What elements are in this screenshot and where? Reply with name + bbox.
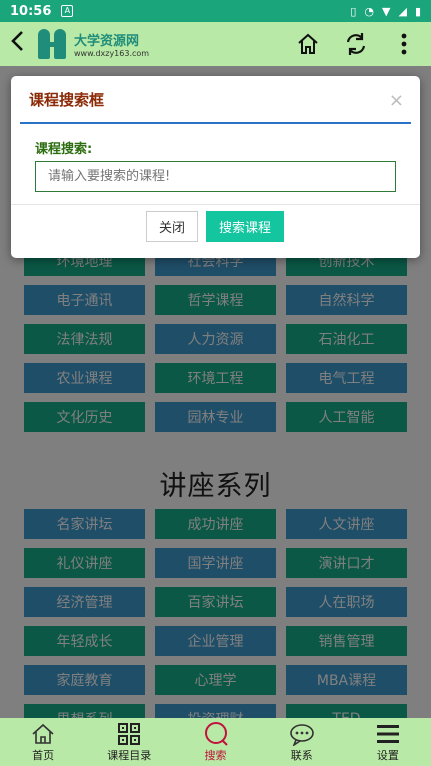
nav-label-settings: 设置: [376, 749, 399, 762]
nav-label-catalog: 课程目录: [107, 749, 152, 762]
status-app-icon: A: [61, 5, 74, 17]
chat-icon: [289, 721, 315, 747]
app-bar: 大学资源网 www.dxzy163.com: [0, 22, 431, 66]
search-field-label: 课程搜索:: [35, 142, 93, 157]
status-time: 10:56: [10, 3, 52, 19]
nav-item-home[interactable]: 首页: [0, 718, 86, 766]
alarm-icon: ◔: [364, 4, 374, 18]
site-logo[interactable]: 大学资源网 www.dxzy163.com: [36, 25, 149, 63]
search-course-button[interactable]: 搜索课程: [206, 211, 284, 242]
modal-footer: 关闭 搜索课程: [11, 204, 420, 258]
nav-item-contact[interactable]: 联系: [259, 718, 345, 766]
battery-icon: ▮: [414, 4, 421, 18]
logo-url: www.dxzy163.com: [74, 49, 150, 58]
nav-label-home: 首页: [32, 749, 55, 762]
status-indicators: ▯ ◔ ▼ ◢ ▮: [350, 5, 421, 18]
logo-title: 大学资源网: [74, 34, 140, 49]
logo-mark: [36, 25, 70, 63]
vibrate-icon: ▯: [350, 4, 357, 18]
nav-label-search: 搜索: [204, 749, 227, 762]
nav-label-contact: 联系: [290, 749, 313, 762]
home-icon: [31, 721, 55, 747]
modal-header: 课程搜索框: [20, 76, 411, 124]
qr-grid-icon: [117, 721, 141, 747]
signal-icon: ◢: [398, 4, 407, 18]
close-button[interactable]: 关闭: [146, 211, 198, 242]
refresh-icon[interactable]: [343, 31, 369, 57]
nav-item-search[interactable]: 搜索: [172, 718, 258, 766]
search-icon: [203, 721, 229, 747]
nav-item-settings[interactable]: 设置: [345, 718, 431, 766]
nav-item-catalog[interactable]: 课程目录: [86, 718, 172, 766]
more-icon[interactable]: [391, 31, 417, 57]
wifi-icon: ▼: [382, 4, 391, 18]
bottom-nav: 首页 课程目录 搜索 联系 设置: [0, 718, 431, 766]
close-icon[interactable]: ×: [389, 90, 404, 111]
search-input[interactable]: [35, 161, 396, 192]
back-icon[interactable]: [0, 29, 36, 60]
home-icon[interactable]: [295, 31, 321, 57]
status-bar: 10:56 A ▯ ◔ ▼ ◢ ▮: [0, 0, 431, 22]
menu-icon: [376, 721, 400, 747]
search-modal: 课程搜索框 × 课程搜索: 关闭 搜索课程: [11, 76, 420, 258]
modal-title: 课程搜索框: [29, 90, 105, 109]
